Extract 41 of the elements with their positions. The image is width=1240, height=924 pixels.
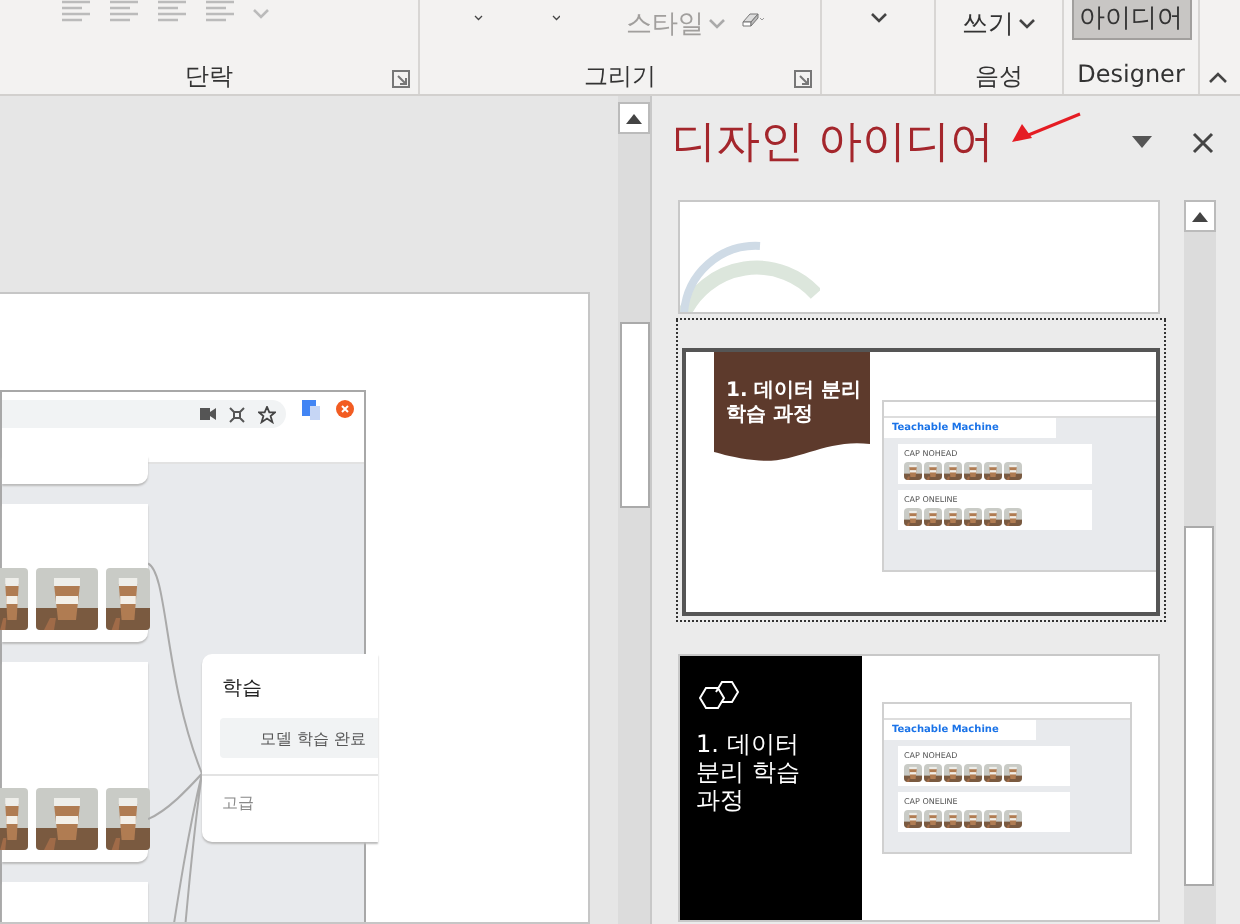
dialog-launcher-icon[interactable] [392, 70, 410, 88]
design-option[interactable] [676, 200, 1166, 314]
title-banner: 1. 데이터 분리 학습 과정 [714, 352, 870, 612]
star-icon [258, 405, 276, 423]
train-button[interactable]: 모델 학습 완료 [220, 718, 379, 758]
align-icon[interactable] [156, 0, 188, 24]
scroll-thumb[interactable] [1184, 526, 1214, 886]
align-icon[interactable] [108, 0, 140, 24]
caret-icon [708, 18, 726, 30]
scroll-up-button[interactable] [618, 102, 650, 134]
align-icon[interactable] [60, 0, 92, 24]
group-label: 음성 [975, 60, 1023, 94]
up-arrow-icon [626, 113, 642, 123]
caret-icon [252, 8, 270, 20]
caret-icon [1018, 18, 1036, 30]
caret-icon [551, 12, 560, 24]
scroll-up-button[interactable] [1184, 200, 1216, 232]
block-icon [336, 400, 354, 418]
camera-icon [200, 408, 216, 420]
close-icon [1192, 131, 1214, 153]
dictate-button[interactable]: 쓰기 [956, 4, 1042, 44]
group-label: 단락 [185, 60, 233, 94]
collapse-ribbon-icon[interactable] [1208, 72, 1228, 84]
panel-title: 학습 [220, 676, 264, 702]
up-arrow-icon [1192, 211, 1208, 221]
group-label: 그리기 [584, 60, 656, 94]
caret-icon [869, 12, 887, 24]
caret-icon [1132, 136, 1152, 148]
scroll-thumb[interactable] [619, 322, 649, 508]
dialog-launcher-icon[interactable] [794, 70, 812, 88]
align-icon[interactable] [204, 0, 236, 24]
pane-title: 디자인 아이디어 [672, 116, 994, 172]
design-ideas-button[interactable]: 아이디어 [1071, 0, 1191, 40]
scrollbar[interactable] [618, 96, 650, 924]
pointer-arrow [1010, 112, 1082, 144]
advanced-label: 고급 [202, 774, 379, 814]
caret-icon [474, 12, 483, 24]
dark-panel: 1. 데이터 분리 학습 과정 [680, 656, 862, 920]
scrollbar[interactable] [1184, 200, 1216, 924]
group-label: Designer [1077, 60, 1185, 88]
hexagon-icon [696, 680, 740, 712]
